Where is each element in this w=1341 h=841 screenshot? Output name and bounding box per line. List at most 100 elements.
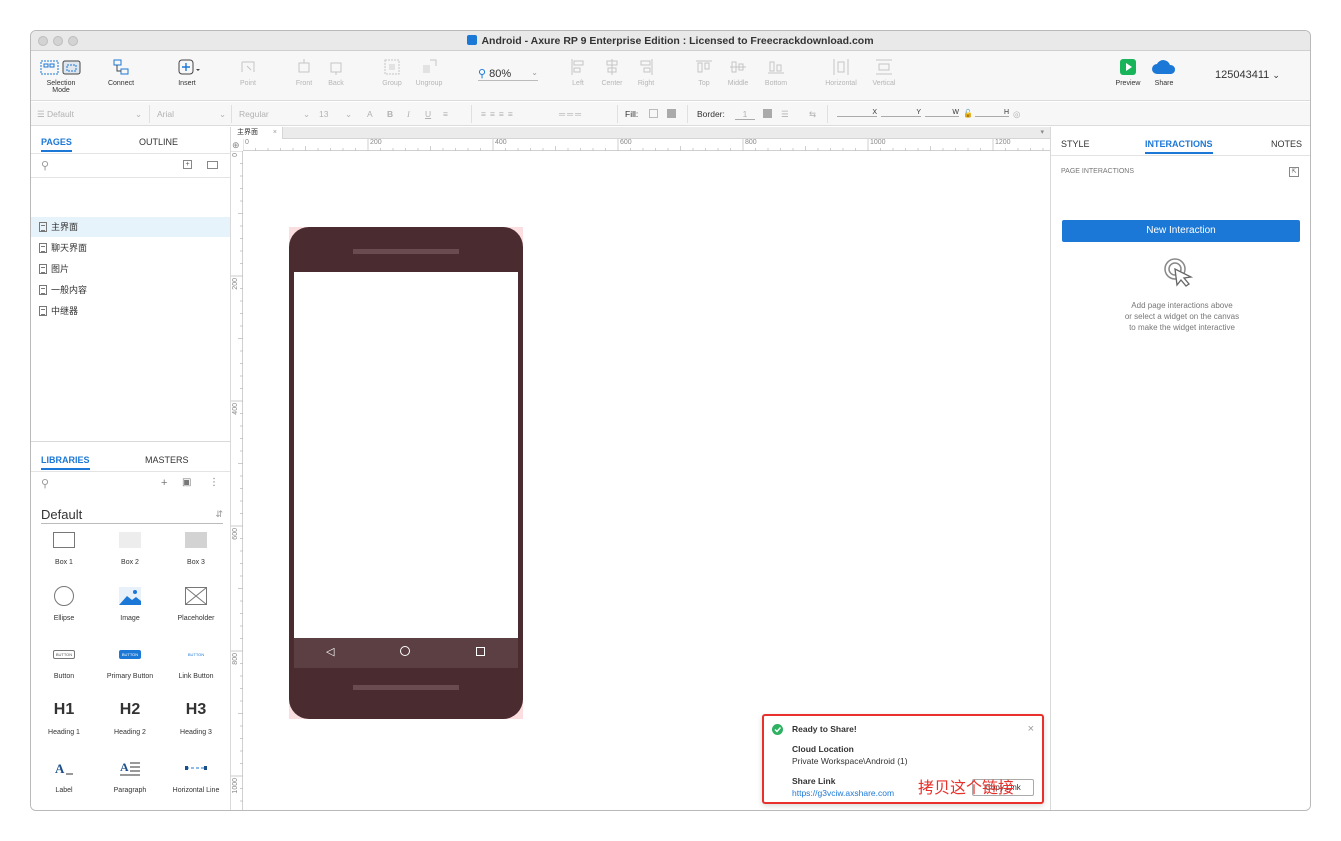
more-options-icon[interactable]: ⋮	[209, 477, 219, 488]
lock-icon[interactable]: 🔓	[963, 109, 973, 118]
add-page-icon[interactable]: +	[183, 160, 192, 169]
share-link-url[interactable]: https://g3vciw.axshare.com	[792, 788, 894, 798]
front-button[interactable]: Front	[289, 56, 319, 87]
align-top-button[interactable]: Top	[689, 56, 719, 87]
add-library-icon[interactable]: +	[161, 477, 167, 489]
widget-box1[interactable]: Box 1	[31, 527, 97, 566]
align-right-button[interactable]: Right	[631, 56, 661, 87]
toast-title: Ready to Share!	[792, 724, 857, 734]
library-menu-icon[interactable]: ▣	[182, 477, 191, 488]
tab-pages[interactable]: PAGES	[41, 137, 72, 152]
connect-button[interactable]: Connect	[103, 56, 139, 87]
distribute-horizontal-button[interactable]: Horizontal	[819, 56, 863, 87]
phone-selection-bounds[interactable]: ◁	[289, 227, 523, 719]
font-weight-select[interactable]: Regular	[239, 109, 269, 119]
search-icon[interactable]: ⚲	[41, 477, 49, 490]
back-button[interactable]: Back	[321, 56, 351, 87]
page-item[interactable]: 中继器	[31, 301, 230, 321]
widget-placeholder[interactable]: Placeholder	[163, 583, 229, 622]
tab-outline[interactable]: OUTLINE	[139, 137, 178, 147]
group-button[interactable]: Group	[377, 56, 407, 87]
home-circle-icon[interactable]	[400, 646, 410, 656]
phone-body[interactable]: ◁	[289, 227, 523, 719]
widget-primary-button[interactable]: BUTTON Primary Button	[97, 641, 163, 680]
chevron-down-icon[interactable]: ▾	[1040, 128, 1044, 136]
page-item[interactable]: 一般内容	[31, 280, 230, 300]
widget-heading1[interactable]: H1 Heading 1	[31, 697, 97, 736]
user-account-menu[interactable]: 125043411 ⌄	[1215, 69, 1280, 81]
page-item[interactable]: 主界面	[31, 217, 230, 237]
width-input[interactable]: W	[925, 109, 959, 117]
distribute-vertical-button[interactable]: Vertical	[867, 56, 901, 87]
new-interaction-button[interactable]: New Interaction	[1062, 220, 1300, 242]
widget-image[interactable]: Image	[97, 583, 163, 622]
close-window-button[interactable]	[38, 36, 48, 46]
border-width-input[interactable]: 1	[735, 109, 755, 120]
page-item[interactable]: 聊天界面	[31, 238, 230, 258]
widget-label[interactable]: A Label	[31, 755, 97, 794]
recents-square-icon[interactable]	[476, 647, 485, 656]
bold-icon[interactable]: B	[387, 109, 393, 119]
y-input[interactable]: Y	[881, 109, 921, 117]
line-spacing-icon[interactable]: ═══	[559, 109, 583, 119]
fill-gradient-swatch[interactable]	[667, 109, 676, 118]
text-align-icon[interactable]: ≡≡≡≡	[481, 109, 517, 119]
widget-vertical-line[interactable]	[31, 809, 97, 810]
point-button[interactable]: Point	[233, 56, 263, 87]
tab-interactions[interactable]: INTERACTIONS	[1145, 139, 1213, 154]
align-center-button[interactable]: Center	[597, 56, 627, 87]
widget-box2[interactable]: Box 2	[97, 527, 163, 566]
insert-button[interactable]: Insert	[169, 56, 205, 87]
align-middle-button[interactable]: Middle	[721, 56, 755, 87]
border-color-swatch[interactable]	[763, 109, 772, 118]
share-button[interactable]: Share	[1149, 56, 1179, 87]
widget-hotspot[interactable]	[97, 809, 163, 810]
widget-ellipse[interactable]: Ellipse	[31, 583, 97, 622]
font-color-icon[interactable]: A	[367, 109, 373, 119]
tab-style[interactable]: STYLE	[1061, 139, 1090, 149]
close-icon[interactable]: ×	[1028, 723, 1034, 735]
align-bottom-button[interactable]: Bottom	[759, 56, 793, 87]
height-input[interactable]: H	[975, 109, 1009, 117]
tab-masters[interactable]: MASTERS	[145, 455, 189, 465]
x-input[interactable]: X	[837, 109, 877, 117]
border-visibility-icon[interactable]: ⇆	[809, 109, 816, 120]
tab-libraries[interactable]: LIBRARIES	[41, 455, 90, 470]
widget-button[interactable]: BUTTON Button	[31, 641, 97, 680]
back-triangle-icon[interactable]: ◁	[326, 645, 334, 658]
widget-link-button[interactable]: BUTTON Link Button	[163, 641, 229, 681]
minimize-window-button[interactable]	[53, 36, 63, 46]
italic-icon[interactable]: I	[407, 109, 410, 119]
library-select[interactable]: Default ⇵	[41, 507, 223, 524]
widget-paragraph[interactable]: A Paragraph	[97, 755, 163, 794]
style-select[interactable]: ☰ Default	[37, 109, 74, 120]
selection-mode-button[interactable]: Selection Mode	[37, 56, 85, 94]
fill-color-swatch[interactable]	[649, 109, 658, 118]
search-icon[interactable]: ⚲	[41, 159, 49, 172]
close-icon[interactable]: ×	[273, 127, 277, 139]
underline-icon[interactable]: U	[425, 109, 431, 119]
expand-icon[interactable]: ⇱	[1289, 167, 1299, 177]
zoom-window-button[interactable]	[68, 36, 78, 46]
zoom-select[interactable]: ⚲ 80% ⌄	[478, 67, 538, 81]
widget-heading2[interactable]: H2 Heading 2	[97, 697, 163, 736]
font-size-select[interactable]: 13	[319, 109, 328, 119]
font-family-select[interactable]: Arial	[157, 109, 174, 119]
format-bar: ☰ Default ⌄ Arial ⌄ Regular ⌄ 13 ⌄ A B I…	[31, 102, 1310, 126]
widget-dynamic-panel[interactable]	[163, 809, 229, 810]
ungroup-button[interactable]: Ungroup	[411, 56, 447, 87]
widget-box3[interactable]: Box 3	[163, 527, 229, 566]
visibility-icon[interactable]: ◎	[1013, 109, 1020, 120]
bullet-list-icon[interactable]: ≡	[443, 109, 448, 119]
tab-notes[interactable]: NOTES	[1271, 139, 1302, 149]
page-item[interactable]: 图片	[31, 259, 230, 279]
border-style-icon[interactable]: ☰	[781, 109, 789, 120]
widget-heading3[interactable]: H3 Heading 3	[163, 697, 229, 736]
widget-horizontal-line[interactable]: Horizontal Line	[163, 755, 229, 794]
preview-button[interactable]: Preview	[1111, 56, 1145, 87]
add-folder-icon[interactable]	[207, 161, 218, 169]
zoom-icon: ⚲	[478, 68, 487, 80]
tab-main-page[interactable]: 主界面 ×	[231, 127, 283, 139]
phone-screen[interactable]	[294, 272, 518, 638]
align-left-button[interactable]: Left	[563, 56, 593, 87]
